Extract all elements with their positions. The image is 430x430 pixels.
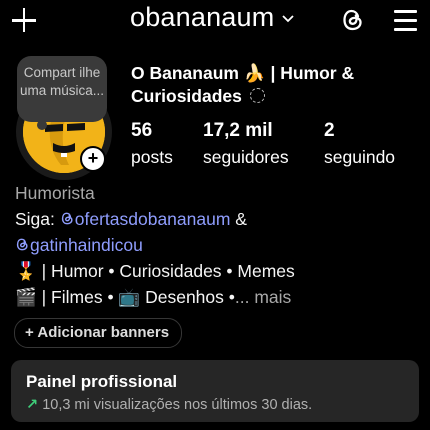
display-name: O Bananaum 🍌 | Humor & Curiosidades	[131, 62, 421, 108]
stat-label: seguindo	[324, 147, 396, 167]
threads-link-1[interactable]: ofertasdobananaum	[60, 209, 231, 229]
stat-following[interactable]: 2 seguindo	[324, 120, 395, 168]
account-switcher[interactable]: obananaum	[130, 2, 295, 33]
stat-label: seguidores	[203, 147, 289, 167]
link-text: gatinhaindicou	[30, 235, 143, 255]
panel-subtitle-text: 10,3 mi visualizações nos últimos 30 dia…	[42, 397, 313, 413]
add-story-plus-icon[interactable]: +	[80, 146, 106, 172]
trend-up-icon: ↗	[26, 397, 39, 413]
top-bar: obananaum	[0, 0, 430, 44]
threads-badge-icon	[249, 88, 265, 103]
bio-follow-line: Siga: ofertasdobananaum &	[15, 206, 420, 232]
stat-value: 17,2 mil	[203, 120, 273, 141]
link-text: ofertasdobananaum	[74, 209, 231, 229]
stat-posts[interactable]: 56 posts	[131, 120, 173, 168]
panel-title: Painel profissional	[26, 372, 178, 391]
stat-label: posts	[131, 147, 173, 167]
bio-line-3: 🎖️ | Humor • Curiosidades • Memes	[15, 261, 295, 281]
hamburger-menu-icon[interactable]	[394, 10, 418, 32]
bio-link2-line: gatinhaindicou	[15, 232, 420, 258]
bio-line-4: 🎬 | Filmes • 📺 Desenhos •... mais	[15, 284, 420, 310]
bio-line-4-text: 🎬 | Filmes • 📺 Desenhos •	[15, 287, 235, 307]
threads-link-2[interactable]: gatinhaindicou	[15, 235, 143, 255]
bio: Humorista Siga: ofertasdobananaum & gati…	[15, 180, 420, 310]
more-link[interactable]: ... mais	[235, 287, 291, 307]
category-label: Humorista	[15, 183, 95, 203]
stat-value: 56	[131, 120, 153, 141]
panel-subtitle: ↗ 10,3 mi visualizações nos últimos 30 d…	[26, 397, 312, 413]
stat-followers[interactable]: 17,2 mil seguidores	[203, 120, 289, 168]
add-banners-button[interactable]: + Adicionar banners	[14, 318, 183, 348]
threads-icon[interactable]	[341, 7, 365, 33]
stat-value: 2	[324, 120, 335, 141]
note-bubble[interactable]: Compart ilhe uma música...	[17, 56, 107, 130]
create-plus-icon[interactable]	[10, 4, 38, 36]
professional-dashboard[interactable]: Painel profissional ↗ 10,3 mi visualizaç…	[11, 360, 419, 422]
chevron-down-icon	[282, 10, 295, 28]
display-name-text: O Bananaum 🍌 | Humor & Curiosidades	[131, 63, 355, 106]
bio-amp: &	[230, 209, 247, 229]
username: obananaum	[130, 2, 275, 32]
note-text: Compart ilhe uma música...	[19, 65, 105, 98]
bio-follow-prefix: Siga:	[15, 209, 60, 229]
